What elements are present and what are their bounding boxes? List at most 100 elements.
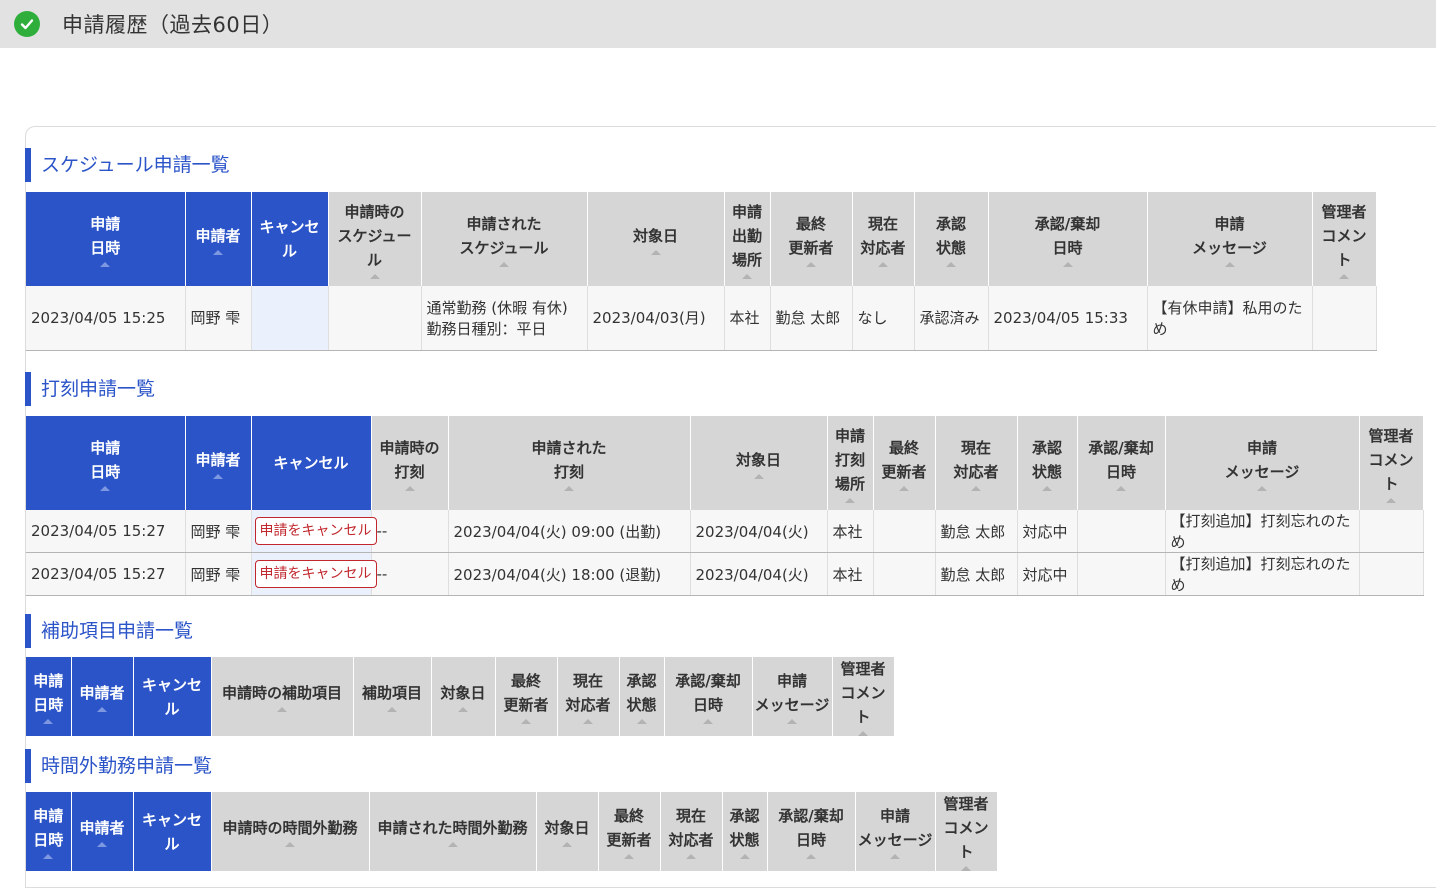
- sort-arrow-icon[interactable]: [1386, 497, 1396, 503]
- sort-arrow-icon[interactable]: [285, 842, 295, 847]
- column-header[interactable]: 管理者 コメント: [1359, 416, 1424, 510]
- sort-arrow-icon[interactable]: [97, 707, 107, 712]
- cancel-request-button[interactable]: 申請をキャンセル: [254, 560, 377, 588]
- sort-arrow-icon[interactable]: [636, 719, 647, 724]
- sort-arrow-icon[interactable]: [562, 842, 572, 847]
- column-header[interactable]: 現在 対応者: [557, 657, 620, 736]
- sort-arrow-icon[interactable]: [753, 473, 764, 479]
- column-header[interactable]: 申請 日時: [26, 792, 72, 871]
- sort-arrow-icon[interactable]: [739, 854, 750, 859]
- column-header[interactable]: 承認 状態: [619, 657, 665, 736]
- column-header[interactable]: キャンセル: [133, 792, 212, 871]
- sort-arrow-icon[interactable]: [1257, 485, 1267, 491]
- column-header[interactable]: 申請者: [185, 192, 252, 286]
- sort-arrow-icon[interactable]: [369, 273, 380, 279]
- cell-text: 2023/04/04(火) 09:00 (出勤): [453, 522, 662, 541]
- sort-arrow-icon[interactable]: [878, 261, 888, 267]
- column-header[interactable]: キャンセル: [133, 657, 212, 736]
- sort-arrow-icon[interactable]: [1224, 261, 1235, 267]
- sort-arrow-icon[interactable]: [1116, 485, 1126, 491]
- column-header[interactable]: 承認/棄却 日時: [1077, 416, 1166, 510]
- column-header[interactable]: 現在 対応者: [935, 416, 1018, 510]
- column-header[interactable]: 申請 打刻 場所: [827, 416, 874, 510]
- column-header[interactable]: 承認 状態: [722, 792, 768, 871]
- column-header[interactable]: 承認/棄却 日時: [664, 657, 753, 736]
- sort-arrow-icon[interactable]: [806, 261, 816, 267]
- sort-arrow-icon[interactable]: [521, 719, 531, 724]
- column-header[interactable]: 補助項目: [353, 657, 432, 736]
- column-header[interactable]: 申請 日時: [26, 657, 72, 736]
- column-header[interactable]: 最終 更新者: [598, 792, 661, 871]
- column-header[interactable]: 申請者: [71, 657, 134, 736]
- column-header[interactable]: 現在 対応者: [660, 792, 723, 871]
- column-header[interactable]: 申請された時間外勤務: [369, 792, 537, 871]
- column-header[interactable]: 申請 出勤 場所: [724, 192, 771, 286]
- column-header[interactable]: 現在 対応者: [852, 192, 915, 286]
- sort-arrow-icon[interactable]: [787, 719, 797, 724]
- column-header[interactable]: 最終 更新者: [873, 416, 936, 510]
- column-header[interactable]: 対象日: [690, 416, 828, 510]
- sort-arrow-icon[interactable]: [858, 731, 868, 736]
- sort-arrow-icon[interactable]: [624, 854, 634, 859]
- sort-arrow-icon[interactable]: [213, 249, 223, 255]
- column-header[interactable]: 申請時の スケジュール: [328, 192, 422, 286]
- column-header[interactable]: 対象日: [536, 792, 599, 871]
- column-header[interactable]: 申請 メッセージ: [1165, 416, 1360, 510]
- column-header[interactable]: 申請 日時: [26, 192, 186, 286]
- sort-arrow-icon[interactable]: [43, 854, 54, 859]
- column-header[interactable]: 申請された 打刻: [448, 416, 691, 510]
- sort-arrow-icon[interactable]: [100, 485, 111, 491]
- column-header[interactable]: 承認/棄却 日時: [988, 192, 1148, 286]
- sort-arrow-icon[interactable]: [277, 707, 287, 712]
- column-header[interactable]: 申請時の時間外勤務: [211, 792, 370, 871]
- column-header[interactable]: キャンセル: [251, 416, 372, 510]
- column-header[interactable]: 承認/棄却 日時: [767, 792, 856, 871]
- section-title-overtime: 時間外勤務申請一覧: [25, 749, 212, 783]
- column-header[interactable]: 管理者 コメント: [935, 792, 998, 871]
- column-header[interactable]: 承認 状態: [914, 192, 989, 286]
- sort-arrow-icon[interactable]: [686, 854, 696, 859]
- column-header[interactable]: 申請時の 打刻: [371, 416, 449, 510]
- sort-arrow-icon[interactable]: [43, 719, 54, 724]
- column-header[interactable]: 申請 メッセージ: [855, 792, 936, 871]
- sort-arrow-icon[interactable]: [1062, 261, 1073, 267]
- column-header[interactable]: 申請された スケジュール: [421, 192, 588, 286]
- column-header[interactable]: 申請者: [185, 416, 252, 510]
- column-header[interactable]: 申請者: [71, 792, 134, 871]
- sort-arrow-icon[interactable]: [387, 707, 397, 712]
- column-header[interactable]: 申請 メッセージ: [752, 657, 833, 736]
- sort-arrow-icon[interactable]: [806, 854, 816, 859]
- column-header[interactable]: 承認 状態: [1017, 416, 1078, 510]
- column-header[interactable]: キャンセル: [251, 192, 329, 286]
- column-header[interactable]: 最終 更新者: [770, 192, 853, 286]
- column-header[interactable]: 対象日: [431, 657, 496, 736]
- sort-arrow-icon[interactable]: [100, 261, 111, 267]
- sort-arrow-icon[interactable]: [890, 854, 900, 859]
- sort-arrow-icon[interactable]: [458, 707, 468, 712]
- sort-arrow-icon[interactable]: [899, 485, 909, 491]
- sort-arrow-icon[interactable]: [1042, 485, 1052, 491]
- sort-arrow-icon[interactable]: [845, 497, 855, 503]
- column-header[interactable]: 管理者 コメント: [832, 657, 895, 736]
- column-header[interactable]: 申請時の補助項目: [211, 657, 354, 736]
- cancel-request-button[interactable]: 申請をキャンセル: [254, 517, 377, 545]
- column-header[interactable]: 申請 日時: [26, 416, 186, 510]
- sort-arrow-icon[interactable]: [1339, 273, 1349, 279]
- sort-arrow-icon[interactable]: [742, 273, 752, 279]
- sort-arrow-icon[interactable]: [447, 842, 458, 847]
- sort-arrow-icon[interactable]: [97, 842, 107, 847]
- sort-arrow-icon[interactable]: [564, 485, 574, 491]
- sort-arrow-icon[interactable]: [703, 719, 713, 724]
- sort-arrow-icon[interactable]: [650, 249, 661, 255]
- sort-arrow-icon[interactable]: [583, 719, 593, 724]
- sort-arrow-icon[interactable]: [213, 473, 223, 479]
- column-header[interactable]: 最終 更新者: [495, 657, 558, 736]
- column-header[interactable]: 申請 メッセージ: [1147, 192, 1313, 286]
- sort-arrow-icon[interactable]: [946, 261, 956, 267]
- sort-arrow-icon[interactable]: [961, 866, 971, 871]
- sort-arrow-icon[interactable]: [499, 261, 509, 267]
- sort-arrow-icon[interactable]: [971, 485, 981, 491]
- sort-arrow-icon[interactable]: [404, 485, 415, 491]
- column-header[interactable]: 対象日: [587, 192, 725, 286]
- column-header[interactable]: 管理者 コメント: [1312, 192, 1377, 286]
